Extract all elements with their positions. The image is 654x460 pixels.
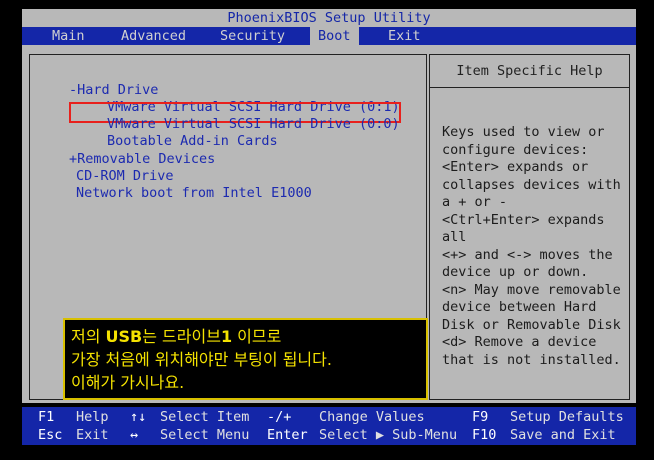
action-select-item: Select Item: [160, 409, 250, 425]
bios-screen: PhoenixBIOS Setup Utility Main Advanced …: [0, 0, 654, 460]
boot-order-list: -Hard Drive VMware Virtual SCSI Hard Dri…: [29, 54, 428, 400]
annotation-line-2: 가장 처음에 위치해야만 부팅이 됩니다.: [71, 350, 332, 369]
menu-bar: Main Advanced Security Boot Exit: [22, 27, 636, 45]
key-f10: F10: [472, 427, 497, 443]
menu-security[interactable]: Security: [212, 27, 293, 45]
help-line: <+> and <-> moves the: [442, 246, 613, 263]
boot-item-scsi-0-0[interactable]: VMware Virtual SCSI Hard Drive (0:0): [107, 116, 400, 133]
menu-exit[interactable]: Exit: [380, 27, 429, 45]
help-line: <Ctrl+Enter> expands: [442, 211, 605, 228]
key-f1: F1: [38, 409, 55, 425]
title-bar: PhoenixBIOS Setup Utility: [22, 9, 636, 27]
action-setup-defaults: Setup Defaults: [510, 409, 624, 425]
help-line: <n> May move removable: [442, 281, 621, 298]
help-title: Item Specific Help: [430, 55, 629, 88]
help-line: a + or -: [442, 194, 508, 210]
boot-item-hard-drive[interactable]: -Hard Drive: [69, 82, 158, 99]
action-save-exit: Save and Exit: [510, 427, 616, 443]
help-line: collapses devices with: [442, 176, 621, 193]
action-help: Help: [76, 409, 109, 425]
status-bar: F1 Help ↑↓ Select Item -/+ Change Values…: [22, 407, 636, 445]
action-change-values: Change Values: [319, 409, 425, 425]
help-line: configure devices:: [442, 141, 589, 158]
action-select-submenu: Select ▶ Sub-Menu: [319, 427, 458, 443]
annotation-overlay: 저의 USB는 드라이브1 이므로 가장 처음에 위치해야만 부팅이 됩니다. …: [63, 318, 428, 400]
key-updown: ↑↓: [130, 409, 147, 425]
action-select-menu: Select Menu: [160, 427, 250, 443]
help-line: <d> Remove a device: [442, 334, 597, 350]
annotation-line-1: 저의 USB는 드라이브1 이므로: [71, 327, 282, 346]
action-exit: Exit: [76, 427, 109, 443]
annotation-line-3: 이해가 가시나요.: [71, 373, 185, 392]
help-line: Disk or Removable Disk: [442, 316, 621, 333]
boot-item-cdrom[interactable]: CD-ROM Drive: [76, 168, 174, 185]
menu-advanced[interactable]: Advanced: [113, 27, 194, 45]
key-esc: Esc: [38, 427, 63, 443]
boot-item-removable-devices[interactable]: +Removable Devices: [69, 151, 215, 168]
help-line: that is not installed.: [442, 351, 621, 368]
boot-item-network[interactable]: Network boot from Intel E1000: [76, 185, 312, 202]
help-line: device between Hard: [442, 299, 597, 315]
help-line: <Enter> expands or: [442, 159, 589, 175]
key-leftright: ↔: [130, 427, 139, 443]
help-text: Keys used to view or configure devices: <E…: [442, 124, 626, 369]
help-line: device up or down.: [442, 264, 589, 280]
menu-main[interactable]: Main: [44, 27, 93, 45]
menu-boot[interactable]: Boot: [310, 27, 359, 45]
key-enter: Enter: [267, 427, 308, 443]
help-panel: Item Specific Help Keys used to view or c…: [429, 54, 630, 400]
help-line: Keys used to view or: [442, 124, 605, 140]
boot-item-addin-cards[interactable]: Bootable Add-in Cards: [107, 133, 278, 150]
app-title: PhoenixBIOS Setup Utility: [227, 10, 431, 26]
help-line: all: [442, 229, 467, 245]
key-minus-plus: -/+: [267, 409, 292, 425]
key-f9: F9: [472, 409, 489, 425]
main-panel: -Hard Drive VMware Virtual SCSI Hard Dri…: [22, 45, 636, 403]
